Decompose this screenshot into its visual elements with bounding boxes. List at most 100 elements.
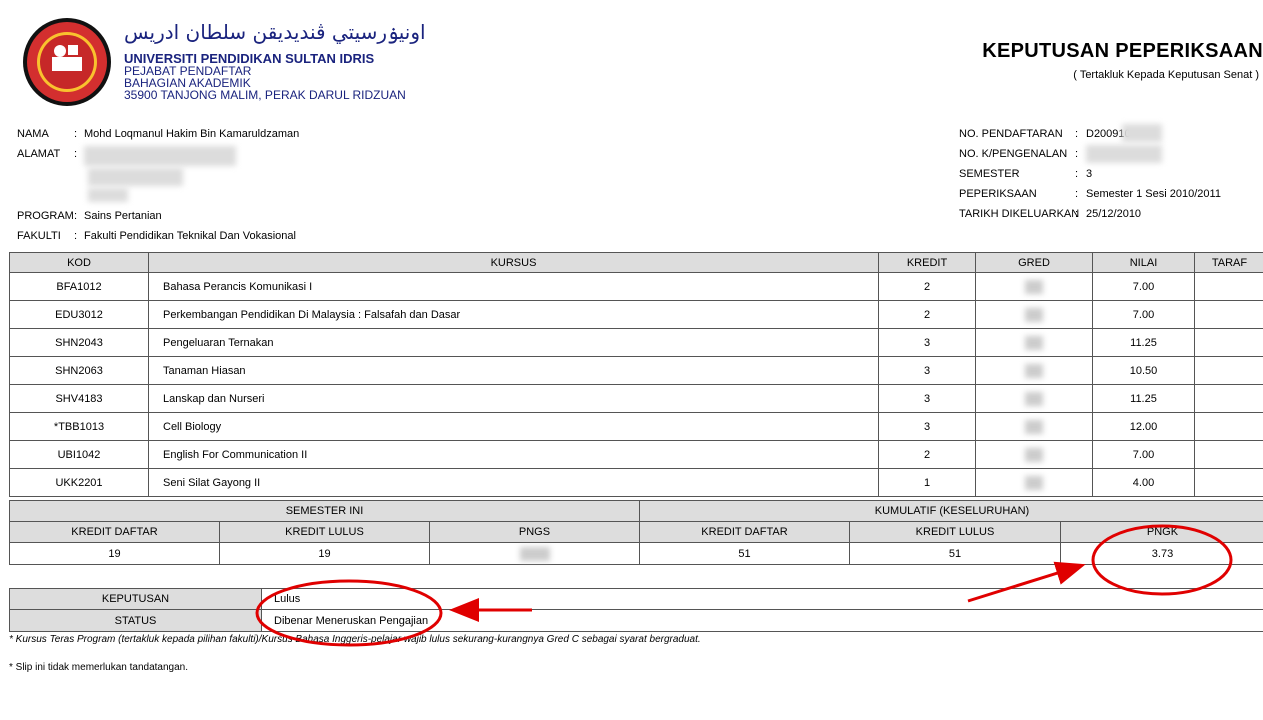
course-row: BFA1012 Bahasa Perancis Komunikasi I 2 7.00: [9, 272, 1263, 301]
faculty-value: Fakulti Pendidikan Teknikal Dan Vokasion…: [84, 230, 296, 242]
course-credit: 1: [878, 468, 976, 497]
colon: :: [1075, 148, 1079, 160]
course-name: Tanaman Hiasan: [148, 356, 879, 385]
course-credit: 3: [878, 384, 976, 413]
course-credit: 3: [878, 356, 976, 385]
sem-kredit-lulus-value: 19: [219, 542, 430, 565]
course-name: Perkembangan Pendidikan Di Malaysia : Fa…: [148, 300, 879, 329]
sem-kredit-daftar-header: KREDIT DAFTAR: [9, 521, 220, 543]
course-grade: [975, 384, 1093, 413]
redacted-grade: [1025, 475, 1043, 490]
course-row: EDU3012 Perkembangan Pendidikan Di Malays…: [9, 300, 1263, 329]
course-code: SHV4183: [9, 384, 149, 413]
pngs-header: PNGS: [429, 521, 640, 543]
keputusan-label: KEPUTUSAN: [9, 588, 262, 610]
cum-kredit-daftar-value: 51: [639, 542, 850, 565]
course-taraf: [1194, 328, 1263, 357]
redacted-address: [88, 168, 183, 186]
course-taraf: [1194, 468, 1263, 497]
course-name: Pengeluaran Ternakan: [148, 328, 879, 357]
decision-table: KEPUTUSAN Lulus STATUS Dibenar Meneruska…: [9, 588, 1263, 632]
footnote: * Kursus Teras Program (tertakluk kepada…: [9, 634, 701, 645]
colon: :: [1075, 168, 1079, 180]
course-value: 11.25: [1092, 384, 1195, 413]
course-grade: [975, 412, 1093, 441]
course-row: SHV4183 Lanskap dan Nurseri 3 11.25: [9, 384, 1263, 413]
pngk-header: PNGK: [1060, 521, 1263, 543]
colon: :: [74, 128, 78, 140]
redacted-regno: [1122, 124, 1162, 142]
course-taraf: [1194, 300, 1263, 329]
course-taraf: [1194, 384, 1263, 413]
course-code: BFA1012: [9, 272, 149, 301]
colon: :: [1075, 128, 1079, 140]
cum-kredit-lulus-header: KREDIT LULUS: [849, 521, 1061, 543]
course-value: 7.00: [1092, 440, 1195, 469]
course-name: Cell Biology: [148, 412, 879, 441]
course-code: EDU3012: [9, 300, 149, 329]
semester-label: SEMESTER: [959, 168, 1020, 180]
university-logo: [23, 18, 111, 106]
courses-table: KOD KURSUS KREDIT GRED NILAI TARAF BFA10…: [9, 252, 1263, 497]
slip-note: * Slip ini tidak memerlukan tandatangan.: [9, 662, 188, 673]
redacted-grade: [1025, 419, 1043, 434]
status-value: Dibenar Meneruskan Pengajian: [261, 609, 1263, 632]
redacted-grade: [1025, 391, 1043, 406]
summary-table: SEMESTER INI KUMULATIF (KESELURUHAN) KRE…: [9, 500, 1263, 565]
col-kursus: KURSUS: [148, 252, 879, 273]
student-name: Mohd Loqmanul Hakim Bin Kamaruldzaman: [84, 128, 300, 140]
col-taraf: TARAF: [1194, 252, 1263, 273]
cumulative-group-header: KUMULATIF (KESELURUHAN): [639, 500, 1263, 522]
colon: :: [1075, 188, 1079, 200]
course-value: 7.00: [1092, 300, 1195, 329]
course-taraf: [1194, 412, 1263, 441]
redacted-grade: [1025, 307, 1043, 322]
course-grade: [975, 356, 1093, 385]
course-value: 12.00: [1092, 412, 1195, 441]
exam-label: PEPERIKSAAN: [959, 188, 1037, 200]
document-subtitle: ( Tertakluk Kepada Keputusan Senat ): [1073, 69, 1259, 81]
course-grade: [975, 468, 1093, 497]
col-nilai: NILAI: [1092, 252, 1195, 273]
redacted-grade: [1025, 279, 1043, 294]
courses-header-row: KOD KURSUS KREDIT GRED NILAI TARAF: [9, 252, 1263, 273]
course-grade: [975, 300, 1093, 329]
course-credit: 2: [878, 272, 976, 301]
course-row: SHN2063 Tanaman Hiasan 3 10.50: [9, 356, 1263, 385]
course-row: SHN2043 Pengeluaran Ternakan 3 11.25: [9, 328, 1263, 357]
faculty-label: FAKULTI: [17, 230, 61, 242]
redacted-grade: [1025, 363, 1043, 378]
course-code: *TBB1013: [9, 412, 149, 441]
course-name: Bahasa Perancis Komunikasi I: [148, 272, 879, 301]
course-name: Lanskap dan Nurseri: [148, 384, 879, 413]
redacted-grade: [1025, 335, 1043, 350]
name-label: NAMA: [17, 128, 49, 140]
course-grade: [975, 272, 1093, 301]
address-label: ALAMAT: [17, 148, 61, 160]
issued-label: TARIKH DIKELUARKAN: [959, 208, 1080, 220]
regno-label: NO. PENDAFTARAN: [959, 128, 1063, 140]
col-kredit: KREDIT: [878, 252, 976, 273]
redacted-address: [88, 188, 128, 202]
course-code: SHN2043: [9, 328, 149, 357]
ic-label: NO. K/PENGENALAN: [959, 148, 1068, 160]
pngk-value: 3.73: [1060, 542, 1263, 565]
sem-kredit-daftar-value: 19: [9, 542, 220, 565]
course-credit: 2: [878, 300, 976, 329]
course-value: 11.25: [1092, 328, 1195, 357]
course-value: 10.50: [1092, 356, 1195, 385]
course-grade: [975, 440, 1093, 469]
course-value: 4.00: [1092, 468, 1195, 497]
university-name-arabic: اونيۏرسيتي ڤنديديقن سلطان ادريس: [124, 20, 426, 44]
course-row: UBI1042 English For Communication II 2 7.00: [9, 440, 1263, 469]
course-taraf: [1194, 440, 1263, 469]
course-taraf: [1194, 272, 1263, 301]
document-title: KEPUTUSAN PEPERIKSAAN: [982, 40, 1263, 62]
program-label: PROGRAM: [17, 210, 74, 222]
col-kod: KOD: [9, 252, 149, 273]
course-name: Seni Silat Gayong II: [148, 468, 879, 497]
colon: :: [1075, 208, 1079, 220]
course-code: SHN2063: [9, 356, 149, 385]
redacted-address: [84, 146, 236, 166]
redacted-ic: [1086, 145, 1162, 163]
